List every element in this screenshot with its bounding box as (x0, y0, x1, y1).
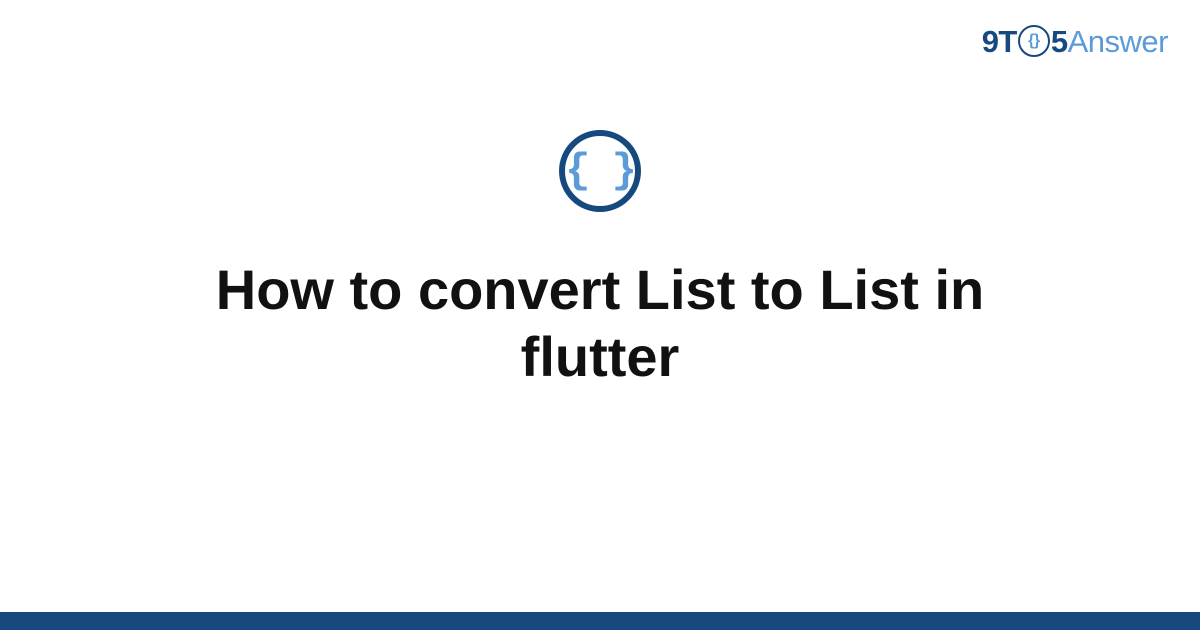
logo-circle-icon: {} (1018, 25, 1050, 57)
logo-braces-icon: {} (1028, 33, 1039, 49)
footer-accent-bar (0, 612, 1200, 630)
site-logo: 9T {} 5 Answer (982, 24, 1168, 60)
logo-text-5: 5 (1051, 24, 1068, 60)
braces-icon: { } (565, 150, 635, 192)
logo-text-9t: 9T (982, 24, 1017, 60)
category-icon: { } (559, 130, 641, 212)
logo-text-answer: Answer (1068, 24, 1168, 60)
main-content: { } How to convert List to List in flutt… (0, 130, 1200, 390)
page-title: How to convert List to List in flutter (120, 256, 1080, 390)
